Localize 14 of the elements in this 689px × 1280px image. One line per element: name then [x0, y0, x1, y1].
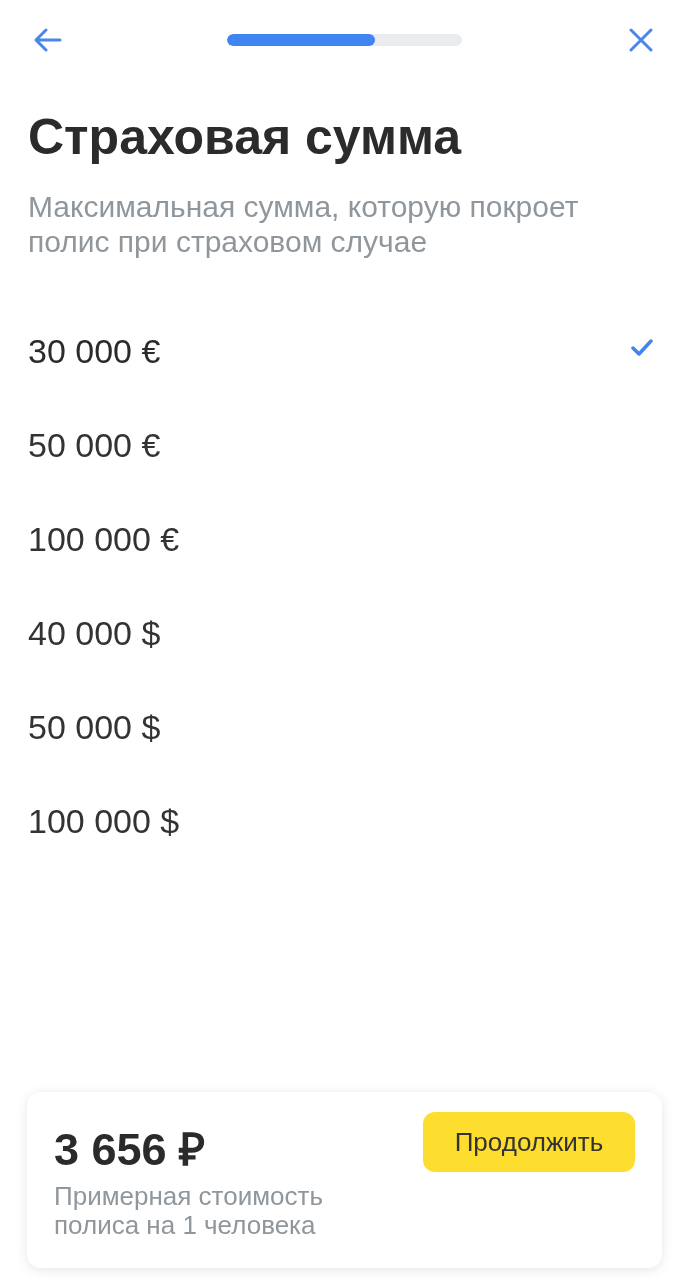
check-icon: [631, 338, 653, 356]
close-icon: [629, 28, 653, 52]
price-note: Примерная стоимость полиса на 1 человека: [54, 1182, 324, 1240]
page-subtitle: Максимальная сумма, которую покроет полис при страховом случае: [28, 189, 580, 259]
continue-button[interactable]: Продолжить: [423, 1112, 635, 1172]
amount-option[interactable]: 100 000 $: [0, 774, 689, 868]
amount-option[interactable]: 40 000 $: [0, 586, 689, 680]
price-text: 3 656 ₽: [54, 1124, 207, 1176]
amount-option[interactable]: 30 000 €: [0, 304, 689, 398]
amount-option[interactable]: 50 000 $: [0, 680, 689, 774]
amount-option[interactable]: 100 000 €: [0, 492, 689, 586]
amount-option[interactable]: 50 000 €: [0, 398, 689, 492]
page-title: Страховая сумма: [28, 108, 463, 166]
back-arrow-icon: [34, 28, 62, 52]
